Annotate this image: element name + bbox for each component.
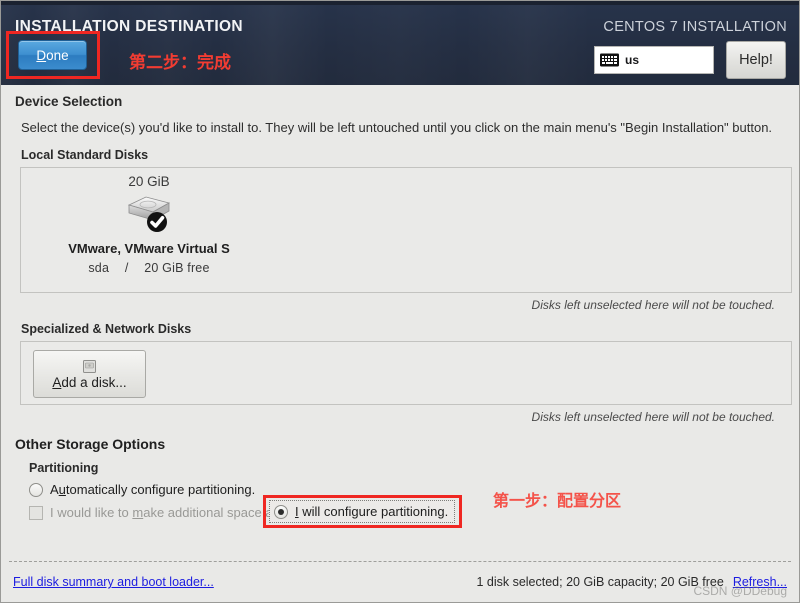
device-selection-description: Select the device(s) you'd like to insta… bbox=[21, 120, 773, 135]
footer-status: 1 disk selected; 20 GiB capacity; 20 GiB… bbox=[476, 575, 787, 589]
radio-manual-partitioning-label: I will configure partitioning. bbox=[295, 504, 448, 519]
keyboard-layout-label: us bbox=[625, 53, 640, 67]
keyboard-icon bbox=[600, 53, 619, 67]
network-disks-hint: Disks left unselected here will not be t… bbox=[531, 410, 775, 425]
radio-auto-partitioning[interactable] bbox=[29, 482, 43, 497]
auto-label-rest: tomatically configure partitioning. bbox=[65, 482, 256, 498]
page-title: INSTALLATION DESTINATION bbox=[15, 18, 243, 35]
partitioning-title: Partitioning bbox=[29, 461, 99, 476]
annotation-step-one: 第一步：配置分区 bbox=[493, 493, 622, 510]
add-disk-label: Add a disk... bbox=[52, 375, 126, 390]
local-disks-title: Local Standard Disks bbox=[21, 148, 149, 163]
auto-label-mnemonic: u bbox=[58, 482, 66, 498]
done-label: one bbox=[46, 47, 69, 63]
radio-manual-partitioning[interactable] bbox=[274, 504, 288, 519]
checkbox-reclaim-space[interactable] bbox=[29, 505, 43, 520]
auto-label-pre: A bbox=[50, 482, 59, 498]
local-disks-hint: Disks left unselected here will not be t… bbox=[531, 298, 775, 313]
chk-label-pre: I would like to bbox=[50, 505, 133, 521]
disk-separator: / bbox=[124, 261, 129, 276]
done-mnemonic: D bbox=[36, 47, 47, 63]
add-disk-button[interactable]: Add a disk... bbox=[33, 350, 146, 399]
disk-small-icon bbox=[83, 359, 96, 373]
full-disk-summary-link[interactable]: Full disk summary and boot loader... bbox=[13, 575, 214, 589]
footer-bar: Full disk summary and boot loader... 1 d… bbox=[1, 562, 799, 602]
option-row-auto-partitioning[interactable]: Automatically configure partitioning. bbox=[29, 478, 789, 501]
done-button[interactable]: Done bbox=[18, 40, 87, 70]
installation-destination-screen: INSTALLATION DESTINATION CENTOS 7 INSTAL… bbox=[0, 0, 800, 603]
option-row-manual-partitioning[interactable]: I will configure partitioning. bbox=[269, 500, 456, 523]
disk-model: VMware, VMware Virtual S bbox=[68, 241, 230, 257]
chk-label-mnemonic: m bbox=[132, 505, 144, 521]
keyboard-layout-indicator[interactable]: us bbox=[594, 46, 714, 74]
help-button[interactable]: Help! bbox=[726, 41, 786, 79]
header-bar: INSTALLATION DESTINATION CENTOS 7 INSTAL… bbox=[1, 1, 799, 85]
local-disks-panel: 20 GiB VMware, VMware Virtual S sda / 20… bbox=[20, 167, 792, 294]
main-content: Device Selection Select the device(s) yo… bbox=[1, 94, 799, 520]
device-selection-title: Device Selection bbox=[15, 94, 123, 109]
add-disk-label-rest: dd a disk... bbox=[61, 374, 127, 390]
manual-label-rest: will configure partitioning. bbox=[298, 504, 449, 519]
radio-auto-partitioning-label: Automatically configure partitioning. bbox=[50, 482, 255, 497]
disk-status-text: 1 disk selected; 20 GiB capacity; 20 GiB… bbox=[476, 575, 724, 589]
disk-device: sda bbox=[88, 261, 110, 276]
product-title: CENTOS 7 INSTALLATION bbox=[603, 19, 787, 35]
disk-size: 20 GiB bbox=[128, 174, 170, 190]
annotation-step-two: 第二步：完成 bbox=[129, 53, 231, 72]
disk-free: 20 GiB free bbox=[144, 261, 210, 276]
refresh-link[interactable]: Refresh... bbox=[733, 575, 787, 589]
hard-disk-selected-icon bbox=[37, 191, 261, 239]
add-disk-mnemonic: A bbox=[52, 374, 62, 390]
disk-meta: sda / 20 GiB free bbox=[37, 261, 261, 275]
disk-tile[interactable]: 20 GiB VMware, VMware Virtual S sda / 20… bbox=[37, 174, 261, 275]
other-storage-title: Other Storage Options bbox=[15, 436, 166, 453]
network-disks-title: Specialized & Network Disks bbox=[21, 322, 192, 337]
network-disks-panel: Add a disk... bbox=[20, 341, 792, 406]
